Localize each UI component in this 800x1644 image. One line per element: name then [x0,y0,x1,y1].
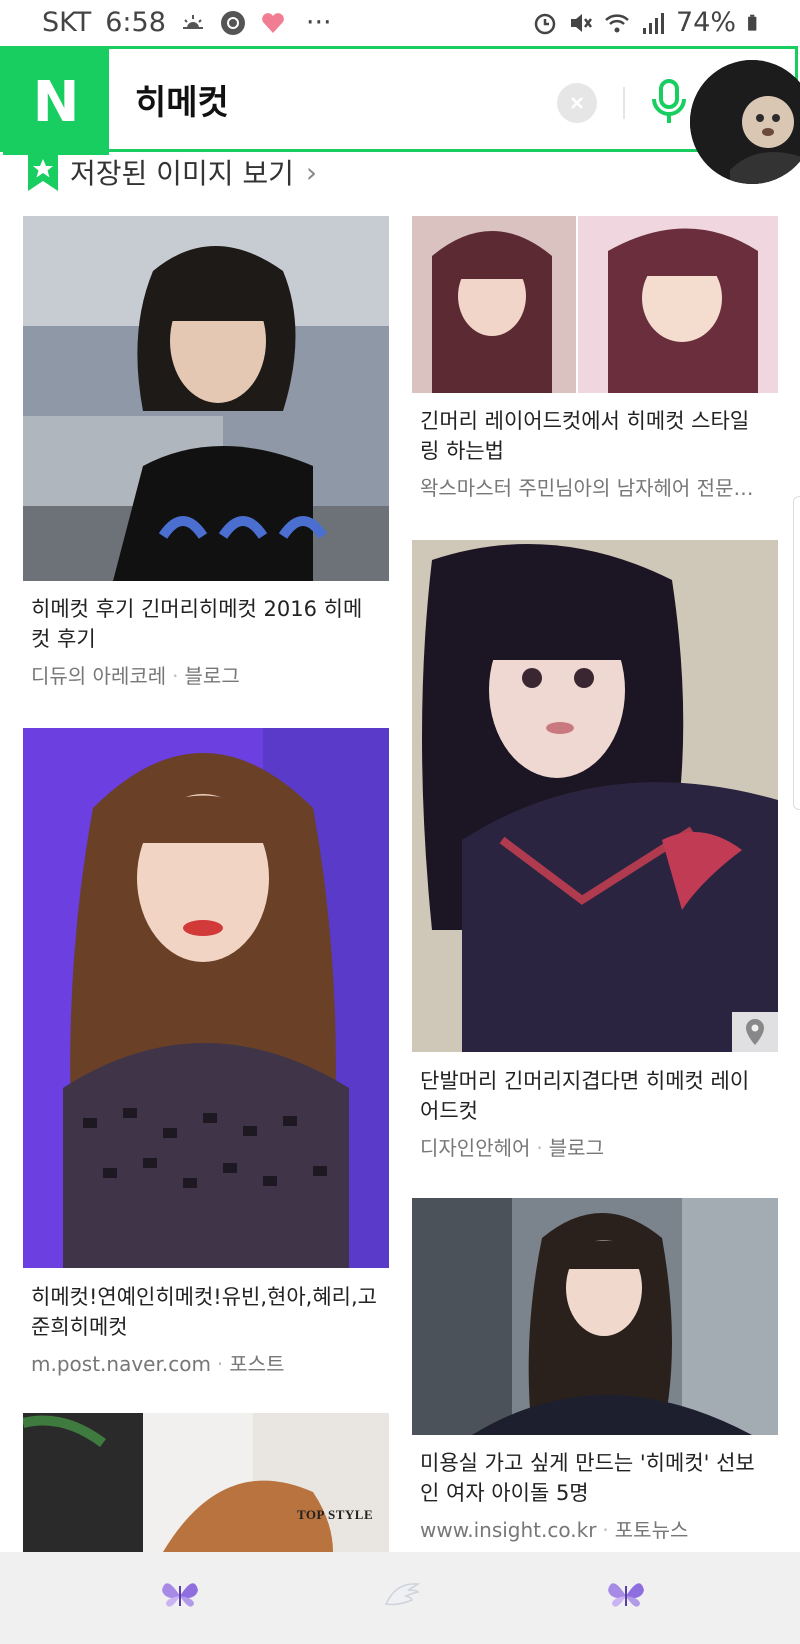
two-panel-pink-hair-photo-icon [412,216,778,393]
status-right: 74% [532,7,764,38]
saved-images-link[interactable]: 저장된 이미지 보기 › [28,152,317,192]
source-type: 블로그 [184,664,240,688]
source-name[interactable]: m.post.naver.com [31,1352,211,1376]
search-input[interactable]: 히메컷 [135,75,229,124]
result-thumbnail[interactable] [412,1198,778,1435]
result-thumbnail[interactable]: TOP STYLE [23,1413,389,1552]
carrier-label: SKT [42,7,92,38]
result-source: 왁스마스터 주민님아의 남자헤어 전문블... [420,472,770,501]
result-thumbnail[interactable] [23,216,389,581]
microphone-icon[interactable] [647,77,691,127]
partial-photo-icon [23,1413,389,1552]
separator-dot: · [536,1136,543,1160]
image-result-card[interactable]: 히메컷 후기 긴머리히메컷 2016 히메컷 후기 디듀의 아레코레 · 블로그 [23,216,389,696]
battery-percent: 74% [675,7,736,38]
result-thumbnail[interactable] [412,216,778,393]
source-name[interactable]: www.insight.co.kr [420,1518,596,1542]
long-black-hair-sailor-uniform-photo-icon [412,540,778,1052]
signal-icon [642,12,664,34]
source-name[interactable]: 왁스마스터 주민님아의 남자헤어 전문블... [420,476,770,500]
chevron-right-icon: › [305,155,318,189]
search-bar: N 히메컷 [0,46,800,184]
bottom-nav [0,1552,800,1644]
location-pin-button[interactable] [732,1012,778,1052]
wing-icon[interactable] [380,1574,424,1618]
result-title[interactable]: 단발머리 긴머리지겹다면 히메컷 레이어드컷 [420,1066,768,1126]
mute-icon [570,13,592,32]
result-thumbnail[interactable] [412,540,778,1052]
source-type: 포토뉴스 [614,1518,689,1542]
result-title[interactable]: 히메컷!연예인히메컷!유빈,현아,혜리,고준희히메컷 [31,1282,379,1342]
bangs-hair-street-photo-icon [412,1198,778,1435]
alarm-icon [534,13,556,34]
result-title[interactable]: 미용실 가고 싶게 만드는 '히메컷' 선보인 여자 아이돌 5명 [420,1448,768,1508]
butterfly-icon[interactable] [158,1574,202,1618]
result-source: m.post.naver.com · 포스트 [31,1348,381,1377]
source-name[interactable]: 디자인안헤어 [420,1136,530,1160]
separator-dot: · [216,1352,224,1376]
source-type: 포스트 [229,1352,285,1376]
result-title[interactable]: 히메컷 후기 긴머리히메컷 2016 히메컷 후기 [31,594,379,654]
time-label: 6:58 [105,7,166,38]
status-left: SKT 6:58 ··· [42,7,332,38]
image-result-card[interactable]: TOP STYLE [23,1413,389,1552]
separator-dot: · [172,664,179,688]
result-source: 디자인안헤어 · 블로그 [420,1132,770,1161]
status-bar: SKT 6:58 ··· 74% [0,0,800,46]
separator-dot: · [602,1518,609,1542]
profile-photo-icon [690,60,800,184]
heart-icon [262,12,284,33]
source-type: 블로그 [548,1136,604,1160]
image-result-card[interactable]: 긴머리 레이어드컷에서 히메컷 스타일링 하는법 왁스마스터 주민님아의 남자헤… [412,216,778,506]
result-thumbnail[interactable] [23,728,389,1268]
divider [623,87,625,119]
clear-button[interactable] [557,83,597,123]
close-icon [571,97,583,109]
saved-images-label: 저장된 이미지 보기 [70,157,294,190]
butterfly-icon[interactable] [604,1574,648,1618]
result-source: www.insight.co.kr · 포토뉴스 [420,1514,770,1543]
map-pin-icon [746,1019,764,1045]
long-brown-hair-photo-icon [23,728,389,1268]
naver-logo[interactable]: N [3,49,109,155]
result-source: 디듀의 아레코레 · 블로그 [31,660,381,689]
wifi-icon [605,13,629,32]
battery-icon [748,14,757,31]
avatar[interactable] [690,60,800,184]
app-circle-icon [220,10,245,35]
scroll-handle[interactable] [793,496,800,810]
short-bob-hair-photo-icon [23,216,389,581]
bookmark-star-icon [28,153,58,191]
image-result-card[interactable]: 히메컷!연예인히메컷!유빈,현아,혜리,고준희히메컷 m.post.naver.… [23,728,389,1376]
source-name[interactable]: 디듀의 아레코레 [31,664,166,688]
search-frame: N 히메컷 [0,46,798,155]
top-style-watermark: TOP STYLE [297,1507,374,1522]
result-title[interactable]: 긴머리 레이어드컷에서 히메컷 스타일링 하는법 [420,406,768,466]
image-result-card[interactable]: 단발머리 긴머리지겹다면 히메컷 레이어드컷 디자인안헤어 · 블로그 [412,540,778,1160]
sunrise-icon [182,14,203,29]
more-notifications-icon: ··· [305,7,332,38]
image-result-card[interactable]: 미용실 가고 싶게 만드는 '히메컷' 선보인 여자 아이돌 5명 www.in… [412,1198,778,1542]
